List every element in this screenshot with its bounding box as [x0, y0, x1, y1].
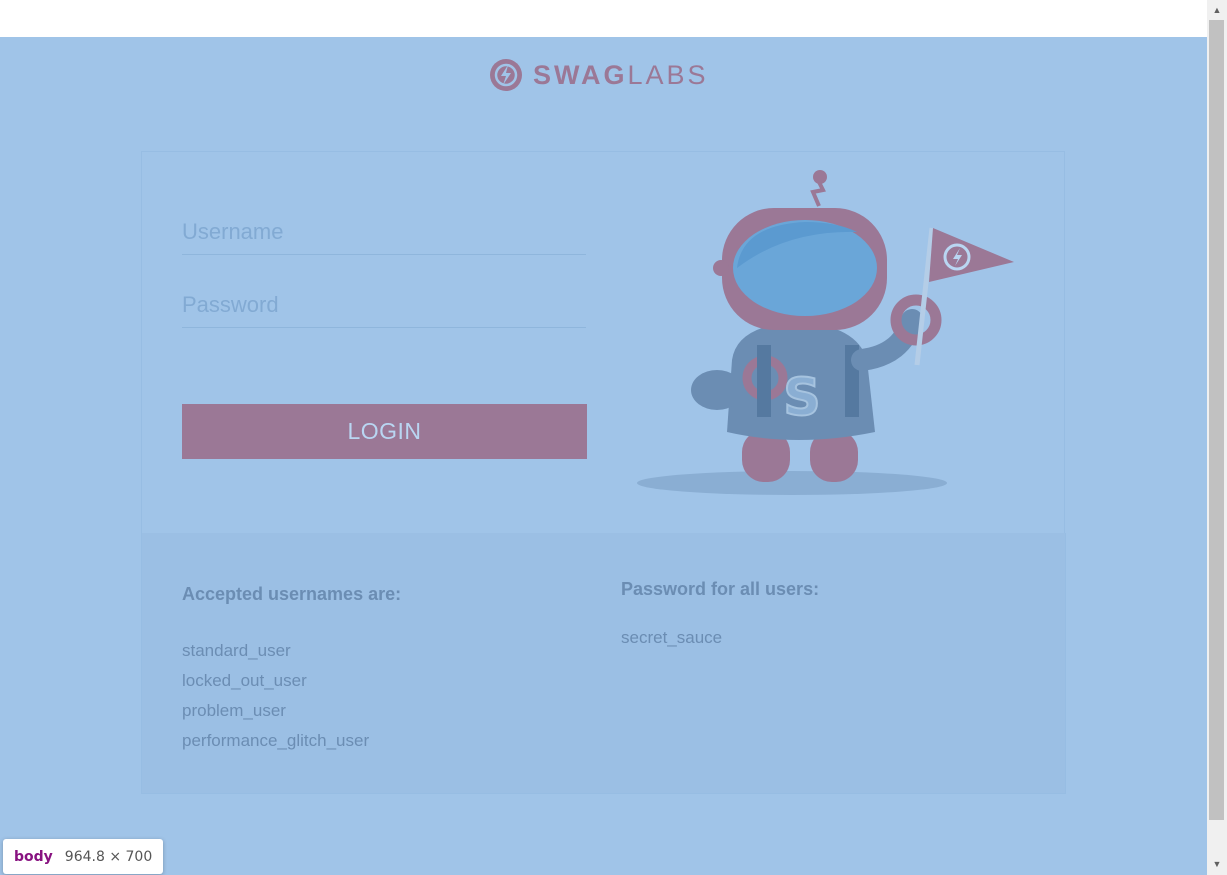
- scrollbar-thumb[interactable]: [1209, 20, 1224, 820]
- swag-labs-logo: SWAGLABS: [489, 57, 709, 93]
- password-heading: Password for all users:: [621, 579, 820, 599]
- username-list-item: performance_glitch_user: [182, 731, 370, 750]
- accepted-usernames-section: Accepted usernames are: standard_user lo…: [182, 584, 401, 756]
- logo-wordmark: SWAGLABS: [533, 59, 709, 90]
- scroll-down-arrow-icon[interactable]: ▼: [1207, 856, 1227, 873]
- credentials-panel: Accepted usernames are: standard_user lo…: [141, 533, 1066, 794]
- username-list-item: locked_out_user: [182, 671, 307, 690]
- element-dimensions: 964.8 × 700: [64, 848, 153, 865]
- robot-mascot-illustration: S: [637, 170, 1014, 495]
- element-tag-name: body: [14, 848, 53, 865]
- vertical-scrollbar[interactable]: ▲ ▼: [1207, 0, 1227, 875]
- username-list-item: problem_user: [182, 701, 286, 720]
- svg-text:S: S: [783, 368, 820, 428]
- password-input[interactable]: [182, 283, 586, 328]
- swag-labs-logo-icon: [490, 59, 522, 91]
- password-info-section: Password for all users: secret_sauce: [621, 579, 819, 653]
- usernames-heading: Accepted usernames are:: [182, 584, 402, 604]
- login-card: LOGIN S: [141, 151, 1065, 534]
- scroll-up-arrow-icon[interactable]: ▲: [1207, 2, 1227, 19]
- username-list-item: standard_user: [182, 641, 291, 660]
- username-input[interactable]: [182, 210, 586, 255]
- browser-top-area: [0, 0, 1207, 37]
- devtools-element-tooltip: body 964.8 × 700: [3, 839, 164, 874]
- login-button[interactable]: LOGIN: [182, 404, 587, 459]
- shared-password-value: secret_sauce: [621, 628, 723, 647]
